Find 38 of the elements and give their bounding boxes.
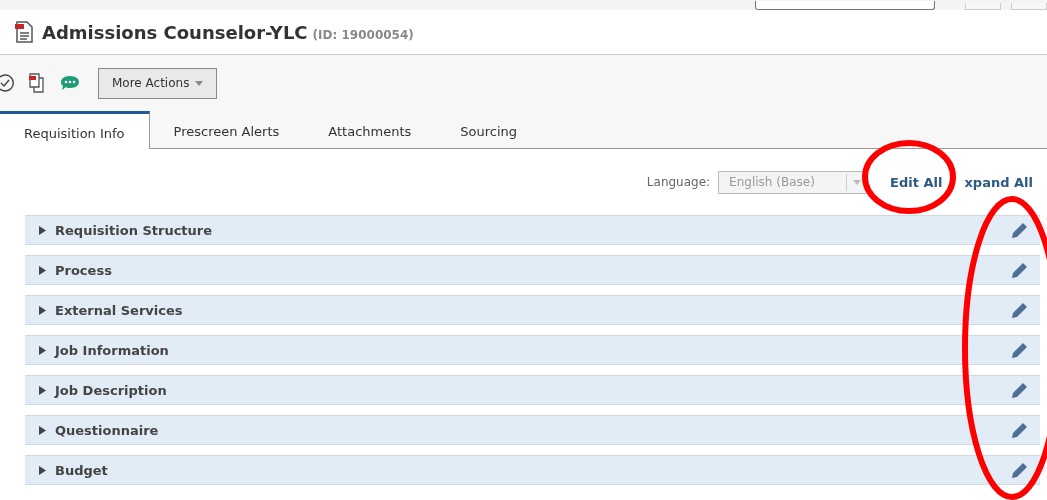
expand-triangle-icon[interactable] bbox=[39, 345, 46, 355]
search-field[interactable] bbox=[755, 1, 935, 10]
pencil-icon[interactable] bbox=[1011, 301, 1028, 319]
tab[interactable]: Sourcing bbox=[436, 111, 543, 148]
expand-triangle-icon[interactable] bbox=[39, 305, 46, 315]
expand-triangle-icon[interactable] bbox=[39, 225, 46, 235]
caret-icon bbox=[853, 179, 862, 185]
expand-triangle-icon[interactable] bbox=[39, 385, 46, 395]
page-title: Admissions Counselor-YLC (ID: 19000054) bbox=[42, 21, 414, 43]
tab[interactable]: Requisition Info bbox=[0, 111, 150, 149]
pencil-icon[interactable] bbox=[1011, 461, 1028, 479]
pencil-icon[interactable] bbox=[1011, 421, 1028, 439]
section-header[interactable]: Job Information bbox=[25, 335, 1040, 365]
pencil-icon[interactable] bbox=[1011, 341, 1028, 359]
pencil-icon[interactable] bbox=[1011, 221, 1028, 239]
pencil-icon[interactable] bbox=[1011, 261, 1028, 279]
tab[interactable]: Attachments bbox=[304, 111, 437, 148]
expand-triangle-icon[interactable] bbox=[39, 425, 46, 435]
caret-icon bbox=[195, 80, 204, 86]
tab[interactable]: Prescreen Alerts bbox=[149, 111, 305, 148]
section-header[interactable]: Process bbox=[25, 255, 1040, 285]
section-header[interactable]: Budget bbox=[25, 455, 1040, 485]
edit-all-link[interactable]: Edit All bbox=[890, 174, 943, 190]
requisition-id: (ID: 19000054) bbox=[312, 27, 414, 42]
expand-triangle-icon[interactable] bbox=[39, 265, 46, 275]
expand-triangle-icon[interactable] bbox=[39, 465, 46, 475]
section-header[interactable]: Requisition Structure bbox=[25, 215, 1040, 245]
expand-all-link[interactable]: xpand All bbox=[964, 174, 1033, 190]
language-label: Language: bbox=[646, 175, 711, 189]
section-header[interactable]: Questionnaire bbox=[25, 415, 1040, 445]
more-actions-button[interactable]: More Actions bbox=[98, 67, 218, 99]
check-clock-icon[interactable] bbox=[0, 74, 14, 92]
chat-bubble-icon[interactable] bbox=[60, 75, 80, 91]
section-header[interactable]: Job Description bbox=[25, 375, 1040, 405]
document-icon bbox=[14, 21, 34, 43]
copy-document-icon[interactable] bbox=[28, 73, 46, 93]
section-header[interactable]: External Services bbox=[25, 295, 1040, 325]
pencil-icon[interactable] bbox=[1011, 381, 1028, 399]
